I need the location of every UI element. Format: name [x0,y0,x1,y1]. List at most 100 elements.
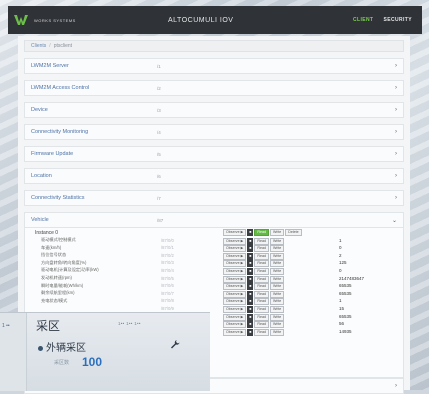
observe-button[interactable]: Observe ▶ [223,275,247,283]
delete-button[interactable]: Delete [285,229,302,236]
write-button[interactable]: Write [269,328,285,336]
resource-actions: Observe ▶ ■ Read Write [223,283,285,291]
top-navigation-bar: WORKS SYSTEMS ALTOCUMULI IOV CLIENT SECU… [8,6,422,34]
stop-observe-button[interactable]: ■ [247,260,254,268]
nav-security[interactable]: SECURITY [384,17,412,23]
stop-observe-button[interactable]: ■ [247,313,254,321]
write-button[interactable]: Write [269,267,285,275]
resource-name: 车速(km/h) [41,244,62,250]
write-button[interactable]: Write [269,275,285,283]
resource-actions: Observe ▶ ■ Read Write [223,298,285,306]
read-button[interactable]: Read [254,260,269,268]
resource-row: /87/0/9 [41,305,221,311]
stop-observe-button[interactable]: ■ [247,298,254,306]
read-button[interactable]: Read [254,237,269,245]
observe-button[interactable]: Observe ▶ [223,260,247,268]
resource-value: 1 [339,298,342,304]
read-button[interactable]: Read [254,313,269,321]
observe-button[interactable]: Observe ▶ [223,237,247,245]
breadcrumb-clients-link[interactable]: Clients [31,43,46,49]
observe-button[interactable]: Observe ▶ [223,229,247,236]
read-button[interactable]: Read [254,321,269,329]
nav-client[interactable]: CLIENT [353,17,373,23]
read-button[interactable]: Read [254,298,269,306]
write-button[interactable]: Write [269,313,285,321]
object-row-connectivity-statistics[interactable]: Connectivity Statistics /7 › [24,190,404,206]
photo-side-panel: 1 •• [0,313,27,391]
observe-button[interactable]: Observe ▶ [223,290,247,298]
breadcrumb-current: ptsclient [53,43,73,49]
object-row-device[interactable]: Device /3 › [24,102,404,118]
observe-button[interactable]: Observe ▶ [223,283,247,291]
write-button[interactable]: Write [269,283,285,291]
resource-id: /87/0/3 [161,260,174,266]
read-button[interactable]: Read [254,328,269,336]
chevron-right-icon: › [395,195,397,201]
object-row-vehicle[interactable]: Vehicle /87 ⌄ [24,212,404,228]
read-button[interactable]: Read [254,283,269,291]
object-row-access-control[interactable]: LWM2M Access Control /2 › [24,80,404,96]
stop-observe-button[interactable]: ■ [247,229,254,236]
observe-button[interactable]: Observe ▶ [223,305,247,313]
resource-name: 方向盘转角/转向角度(%) [41,259,87,265]
wrench-icon [171,340,180,349]
observe-button[interactable]: Observe ▶ [223,267,247,275]
resource-id: /87/0/8 [161,298,174,304]
read-button[interactable]: Read [254,305,269,313]
stop-observe-button[interactable]: ■ [247,290,254,298]
stop-observe-button[interactable]: ■ [247,267,254,275]
observe-button[interactable]: Observe ▶ [223,252,247,260]
brand-logo[interactable]: WORKS SYSTEMS [14,14,76,26]
object-name: LWM2M Access Control [31,85,90,91]
stop-observe-button[interactable]: ■ [247,283,254,291]
write-button[interactable]: Write [269,305,285,313]
write-button[interactable]: Write [269,237,285,245]
stop-observe-button[interactable]: ■ [247,237,254,245]
object-row-connectivity-monitoring[interactable]: Connectivity Monitoring /4 › [24,124,404,140]
stop-observe-button[interactable]: ■ [247,245,254,253]
stop-observe-button[interactable]: ■ [247,321,254,329]
read-button[interactable]: Read [254,275,269,283]
stop-observe-button[interactable]: ■ [247,328,254,336]
resource-value: 1 [339,237,342,243]
stop-observe-button[interactable]: ■ [247,305,254,313]
read-button[interactable]: Read [254,267,269,275]
stop-observe-button[interactable]: ■ [247,275,254,283]
write-button[interactable]: Write [269,321,285,329]
observe-button[interactable]: Observe ▶ [223,328,247,336]
stop-observe-button[interactable]: ■ [247,252,254,260]
write-button[interactable]: Write [269,290,285,298]
app-title: ALTOCUMULI IOV [168,16,234,24]
read-button[interactable]: Read [254,252,269,260]
read-button[interactable]: Read [254,290,269,298]
object-row-firmware-update[interactable]: Firmware Update /5 › [24,146,404,162]
photo-subtitle: 外辆采区 [38,339,86,354]
resource-actions: Observe ▶ ■ Read Write [223,252,285,260]
overlapping-photo: 1 •• 采区 1•• 1•• 1•• 外辆采区 采区数 100 [0,312,210,391]
observe-button[interactable]: Observe ▶ [223,298,247,306]
chevron-right-icon: › [395,151,397,157]
write-button[interactable]: Write [269,229,285,236]
chevron-right-icon: › [395,129,397,135]
observe-button[interactable]: Observe ▶ [223,321,247,329]
logo-icon [14,15,28,25]
write-button[interactable]: Write [269,298,285,306]
resource-value: 65535 [339,290,352,296]
write-button[interactable]: Write [269,260,285,268]
observe-button[interactable]: Observe ▶ [223,313,247,321]
read-button[interactable]: Read [254,245,269,253]
resource-row: 驱动电机(计算及设定)功率(kW) /87/0/4 [41,267,221,273]
object-row-location[interactable]: Location /6 › [24,168,404,184]
resource-id: /87/0/6 [161,283,174,289]
chevron-right-icon: › [395,63,397,69]
write-button[interactable]: Write [269,252,285,260]
object-id: /4 [157,129,161,135]
read-button[interactable]: Read [254,229,269,236]
resource-row: 瞬时电量/能耗(Wh/km) /87/0/6 [41,283,221,289]
photo-subtitle-text: 外辆采区 [46,343,86,354]
resource-name: 挡位信号状态 [41,252,67,258]
resource-row: 驱动模式/控制模式/87/0/0 [41,237,221,243]
observe-button[interactable]: Observe ▶ [223,245,247,253]
object-row-lwm2m-server[interactable]: LWM2M Server /1 › [24,58,404,74]
write-button[interactable]: Write [269,245,285,253]
